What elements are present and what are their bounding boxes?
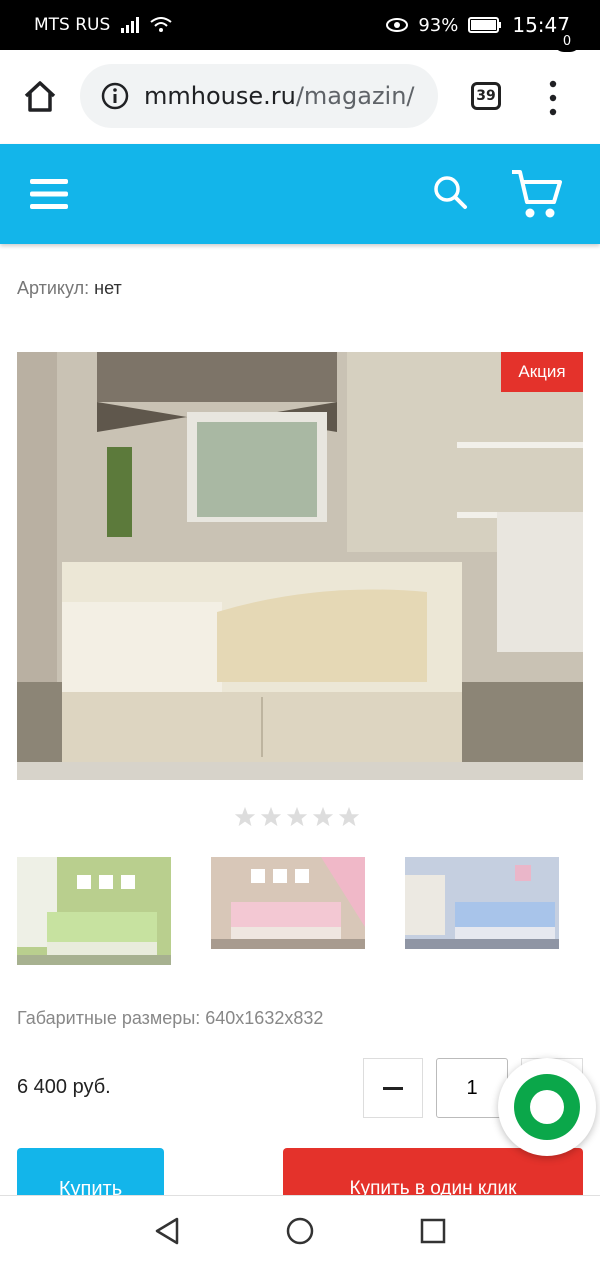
product-thumbnail[interactable] [17, 857, 171, 965]
tabs-button[interactable]: 39 [471, 82, 501, 110]
star-icon[interactable] [312, 806, 334, 828]
status-right: 93% 15:47 [386, 13, 570, 37]
menu-dots-icon[interactable] [546, 78, 560, 118]
home-circle-icon[interactable] [285, 1216, 315, 1246]
product-dimensions: Габаритные размеры: 640x1632x832 [17, 1008, 324, 1028]
back-triangle-icon[interactable] [152, 1216, 182, 1246]
info-icon[interactable] [100, 81, 130, 111]
chat-widget-button[interactable] [498, 1058, 596, 1156]
recent-square-icon[interactable] [420, 1218, 446, 1244]
product-price: 6 400 руб. [17, 1076, 111, 1098]
url-domain: mmhouse.ru [144, 82, 296, 110]
battery-icon [468, 17, 502, 33]
battery-percent: 93% [418, 14, 459, 36]
hamburger-icon[interactable] [30, 177, 68, 211]
wifi-icon [150, 17, 172, 32]
site-header [0, 144, 600, 244]
chat-ring-icon [514, 1074, 580, 1140]
eye-icon [386, 18, 409, 32]
star-icon[interactable] [338, 806, 360, 828]
status-bar: MTS RUS 93% 15:47 [0, 0, 600, 50]
address-bar[interactable]: mmhouse.ru/magazin/ [80, 64, 438, 128]
article-label: Артикул: [17, 278, 90, 298]
status-left: MTS RUS [34, 15, 172, 35]
url-text: mmhouse.ru/magazin/ [144, 82, 415, 110]
product-main-image[interactable] [17, 352, 583, 780]
signal-icon [121, 17, 140, 33]
url-path: /magazin/ [295, 82, 415, 110]
article-line: Артикул: нет [17, 278, 122, 299]
cart-icon[interactable] [510, 166, 562, 222]
home-icon[interactable] [22, 78, 58, 114]
system-nav-bar [0, 1195, 600, 1266]
browser-toolbar: mmhouse.ru/magazin/ 39 [0, 50, 600, 144]
carrier-name: MTS RUS [34, 15, 111, 35]
cart-count-badge: 0 [553, 30, 581, 52]
product-thumbnail[interactable] [211, 857, 365, 949]
star-icon[interactable] [260, 806, 282, 828]
tabs-count: 39 [476, 88, 496, 104]
minus-icon [383, 1086, 403, 1090]
star-icon[interactable] [234, 806, 256, 828]
quantity-minus-button[interactable] [363, 1058, 423, 1118]
rating-stars[interactable] [234, 806, 360, 828]
product-thumbnail[interactable] [405, 857, 559, 949]
article-value: нет [94, 278, 122, 298]
star-icon[interactable] [286, 806, 308, 828]
sale-badge: Акция [501, 352, 583, 392]
search-icon[interactable] [432, 174, 468, 210]
